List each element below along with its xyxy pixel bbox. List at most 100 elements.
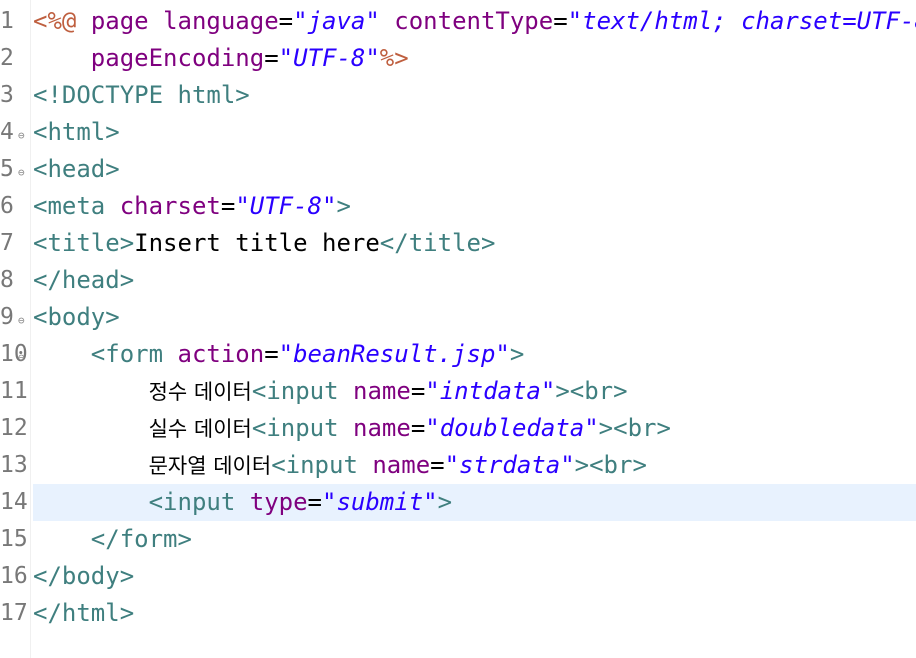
code-token: "submit" (322, 488, 438, 516)
code-token: = (410, 414, 426, 442)
line-number: 11 (0, 378, 28, 404)
code-line[interactable]: 2 pageEncoding="UTF-8"%> (0, 40, 916, 77)
code-token: = (430, 451, 445, 479)
code-line[interactable]: 11 정수 데이터<input name="intdata"><br> (0, 373, 916, 410)
line-number: 3 (0, 82, 14, 108)
code-token: 정수 데이터 (148, 380, 252, 404)
code-editor[interactable]: 1 <%@ page language="java" contentType="t… (0, 0, 916, 658)
code-token: name (353, 377, 411, 405)
code-text: <%@ page language="java" contentType="te… (33, 3, 916, 40)
code-text: <form action="beanResult.jsp"> (33, 336, 525, 373)
code-token: </title> (379, 229, 496, 257)
code-token: > (437, 488, 453, 516)
line-number: 1 (0, 8, 14, 34)
code-line[interactable]: 9 ⊖ <body> (0, 299, 916, 336)
code-token: "UTF-8" (278, 44, 380, 72)
code-line-current[interactable]: 14 <input type="submit"> (0, 484, 916, 521)
code-line[interactable]: 3 <!DOCTYPE html> (0, 77, 916, 114)
line-number: 7 (0, 230, 14, 256)
code-token: <%@ (33, 7, 77, 35)
code-text: <head> (33, 151, 120, 188)
line-number: 6 (0, 193, 14, 219)
code-token: "beanResult.jsp" (278, 340, 510, 368)
code-line[interactable]: 5 ⊖ <head> (0, 151, 916, 188)
code-line[interactable]: 7 <title>Insert title here</title> (0, 225, 916, 262)
code-line[interactable]: 13 문자열 데이터<input name="strdata"><br> (0, 447, 916, 484)
code-token: charset (119, 192, 221, 220)
code-token: </html> (33, 599, 135, 627)
code-line[interactable]: 1 <%@ page language="java" contentType="t… (0, 3, 916, 40)
code-token: = (264, 44, 279, 72)
code-token: <html> (33, 118, 120, 146)
code-token: 문자열 데이터 (148, 454, 272, 478)
fold-toggle-icon[interactable]: ⊖ (18, 154, 25, 191)
code-token: <!DOCTYPE html> (33, 81, 250, 109)
code-token: language (163, 7, 279, 35)
code-line[interactable]: 15 </form> (0, 521, 916, 558)
code-token: <title> (33, 229, 135, 257)
code-line[interactable]: 12 실수 데이터<input name="doubledata"><br> (0, 410, 916, 447)
code-token: name (353, 414, 411, 442)
code-token: "text/html; charset=UTF-8" (567, 7, 916, 35)
code-token: = (278, 7, 294, 35)
code-line[interactable]: 17 </html> (0, 595, 916, 632)
code-text: </html> (33, 595, 134, 632)
code-token: </form> (90, 525, 192, 553)
code-line[interactable]: 6 <meta charset="UTF-8"> (0, 188, 916, 225)
code-text: </head> (33, 262, 134, 299)
code-text: <!DOCTYPE html> (33, 77, 250, 114)
code-token: > (509, 340, 525, 368)
line-number: 15 (0, 526, 28, 552)
fold-toggle-icon[interactable]: ⊖ (18, 302, 25, 339)
code-token: = (220, 192, 236, 220)
line-number: 16 (0, 563, 28, 589)
code-text: <title>Insert title here</title> (33, 225, 495, 262)
code-token: <input (148, 488, 236, 516)
line-number: 14 (0, 489, 28, 515)
code-line[interactable]: 10 ⊖ <form action="beanResult.jsp"> (0, 336, 916, 373)
code-token: <input (251, 414, 339, 442)
code-token: <head> (33, 155, 120, 183)
code-token: action (177, 340, 265, 368)
code-line[interactable]: 16 </body> (0, 558, 916, 595)
code-token: "UTF-8" (235, 192, 337, 220)
code-token: type (249, 488, 308, 516)
line-number: 5 (0, 156, 14, 182)
code-token: <body> (33, 303, 120, 331)
code-token: 실수 데이터 (148, 417, 252, 441)
code-token: ><br> (598, 414, 671, 442)
code-token: = (410, 377, 426, 405)
code-text: <body> (33, 299, 120, 336)
code-token: ><br> (555, 377, 628, 405)
code-text: <html> (33, 114, 120, 151)
line-number: 13 (0, 452, 28, 478)
code-token: > (336, 192, 351, 220)
code-token: <meta (33, 192, 106, 220)
fold-toggle-icon[interactable]: ⊖ (18, 117, 25, 154)
code-text: 문자열 데이터<input name="strdata"><br> (33, 447, 647, 485)
line-number: 12 (0, 415, 28, 441)
code-token: "java" (293, 7, 380, 35)
code-token: </head> (33, 266, 135, 294)
code-token: = (553, 7, 568, 35)
code-text: </form> (33, 521, 192, 558)
code-line[interactable]: 8 </head> (0, 262, 916, 299)
fold-toggle-icon[interactable]: ⊖ (18, 339, 25, 376)
code-line[interactable]: 4 ⊖ <html> (0, 114, 916, 151)
code-token: "strdata" (444, 451, 575, 479)
code-token: ><br> (574, 451, 647, 479)
line-number: 2 (0, 45, 14, 71)
